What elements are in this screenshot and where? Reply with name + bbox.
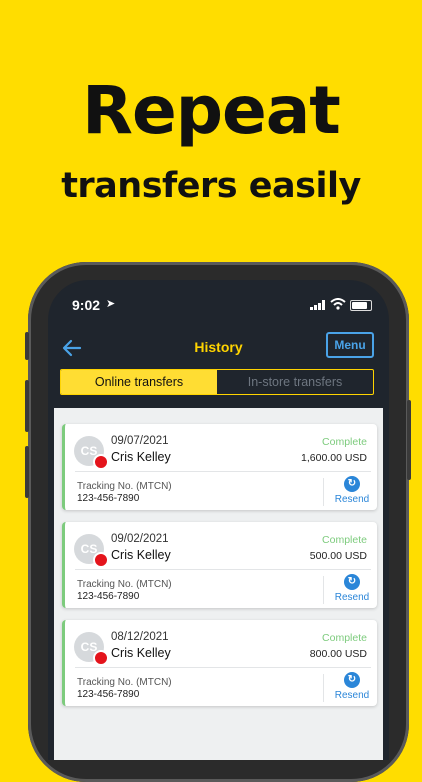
refresh-icon: ↻ (344, 574, 360, 590)
recipient-name: Cris Kelley (111, 548, 171, 562)
phone-screen: 9:02 ➤ History Menu Online transfers In-… (48, 280, 389, 760)
transfer-type-tabs: Online transfers In-store transfers (60, 369, 374, 395)
promo-subheadline: transfers easily (61, 166, 361, 206)
tracking-label: Tracking No. (MTCN) (77, 579, 172, 590)
resend-button[interactable]: ↻ Resend (327, 672, 377, 701)
transfer-card[interactable]: CS 09/02/2021 Cris Kelley Complete 500.0… (62, 522, 377, 608)
status-time: 9:02 (72, 297, 101, 313)
mute-switch (25, 332, 29, 360)
transfer-status: Complete (322, 632, 367, 644)
card-divider (75, 471, 371, 472)
app-bar: History Menu (48, 330, 389, 372)
battery-icon (350, 300, 372, 311)
tracking-label: Tracking No. (MTCN) (77, 677, 172, 688)
card-divider (75, 667, 371, 668)
volume-up-button (25, 380, 29, 432)
status-dot-icon (93, 552, 109, 568)
resend-label: Resend (334, 592, 370, 603)
power-button (407, 400, 411, 480)
cellular-signal-icon (310, 300, 325, 310)
tab-in-store-transfers[interactable]: In-store transfers (217, 370, 373, 394)
tracking-number: 123-456-7890 (77, 591, 140, 602)
transfer-amount: 1,600.00 USD (301, 452, 367, 464)
card-divider (75, 569, 371, 570)
resend-button[interactable]: ↻ Resend (327, 574, 377, 603)
status-dot-icon (93, 454, 109, 470)
transfer-card[interactable]: CS 09/07/2021 Cris Kelley Complete 1,600… (62, 424, 377, 510)
volume-down-button (25, 446, 29, 498)
tracking-number: 123-456-7890 (77, 493, 140, 504)
location-icon: ➤ (106, 298, 116, 310)
status-dot-icon (93, 650, 109, 666)
refresh-icon: ↻ (344, 672, 360, 688)
transfer-date: 09/02/2021 (111, 533, 169, 545)
refresh-icon: ↻ (344, 476, 360, 492)
transfer-date: 09/07/2021 (111, 435, 169, 447)
promo-headline: Repeat (82, 72, 341, 149)
resend-divider (323, 576, 324, 604)
tracking-number: 123-456-7890 (77, 689, 140, 700)
transfer-card[interactable]: CS 08/12/2021 Cris Kelley Complete 800.0… (62, 620, 377, 706)
resend-label: Resend (334, 494, 370, 505)
recipient-name: Cris Kelley (111, 646, 171, 660)
transfer-amount: 500.00 USD (309, 550, 367, 562)
transfer-history-list: CS 09/07/2021 Cris Kelley Complete 1,600… (54, 408, 383, 760)
transfer-date: 08/12/2021 (111, 631, 169, 643)
menu-button[interactable]: Menu (326, 332, 374, 358)
transfer-status: Complete (322, 534, 367, 546)
transfer-amount: 800.00 USD (309, 648, 367, 660)
tab-online-transfers[interactable]: Online transfers (61, 370, 217, 394)
wifi-icon (330, 298, 346, 310)
tracking-label: Tracking No. (MTCN) (77, 481, 172, 492)
recipient-name: Cris Kelley (111, 450, 171, 464)
transfer-status: Complete (322, 436, 367, 448)
resend-button[interactable]: ↻ Resend (327, 476, 377, 505)
status-bar: 9:02 ➤ (48, 280, 389, 328)
resend-divider (323, 674, 324, 702)
resend-divider (323, 478, 324, 506)
resend-label: Resend (334, 690, 370, 701)
